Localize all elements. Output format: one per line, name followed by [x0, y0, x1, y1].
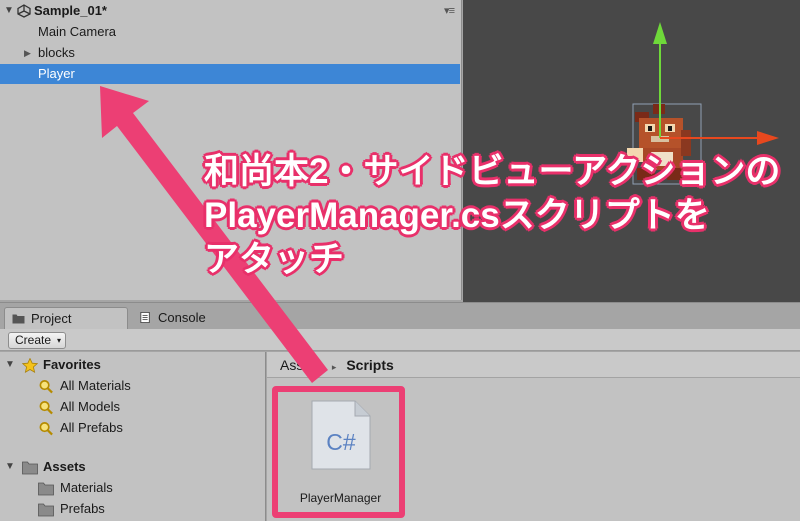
create-button-label: Create [15, 333, 52, 347]
unity-icon [17, 4, 31, 18]
scene-name: Sample_01* [34, 3, 107, 18]
y-axis-arrowhead [653, 22, 667, 44]
breadcrumb: Assets ▸ Scripts [267, 352, 800, 378]
collapse-arrow-icon[interactable]: ▼ [5, 457, 15, 477]
tab-console[interactable]: Console [132, 307, 242, 330]
project-toolbar: Create ▾ [0, 329, 800, 351]
hierarchy-item-player[interactable]: Player [0, 64, 460, 84]
collapse-arrow-icon[interactable]: ▼ [5, 355, 15, 375]
tab-label: Console [158, 310, 206, 325]
hierarchy-item-label: Main Camera [38, 24, 117, 39]
hierarchy-item-label: Player [38, 66, 75, 81]
tree-label: All Models [60, 399, 120, 414]
asset-browser: Assets ▸ Scripts C# PlayerManager [267, 352, 800, 521]
breadcrumb-separator-icon: ▸ [331, 362, 337, 372]
hierarchy-item-blocks[interactable]: ▶ blocks [0, 43, 460, 63]
tree-item-prefabs[interactable]: Prefabs [0, 499, 266, 519]
hierarchy-menu-icon[interactable]: ▾≡ [444, 1, 455, 21]
scene-view[interactable] [463, 0, 800, 302]
project-tree: ▼ Favorites All Materials All Models All… [0, 352, 266, 521]
folder-icon [38, 482, 54, 496]
create-button[interactable]: Create ▾ [8, 332, 67, 349]
hierarchy-item-label: blocks [38, 45, 75, 60]
expand-arrow-icon[interactable]: ▶ [24, 43, 31, 63]
tree-label: Materials [60, 480, 113, 495]
tree-item-assets[interactable]: ▼ Assets [0, 457, 266, 477]
tab-label: Project [31, 311, 72, 326]
tree-label: Favorites [43, 357, 101, 372]
tree-item-all-models[interactable]: All Models [0, 397, 266, 417]
magnifier-icon [39, 422, 53, 436]
breadcrumb-root[interactable]: Assets [280, 357, 322, 373]
magnifier-icon [39, 401, 53, 415]
console-icon [140, 312, 150, 323]
folder-icon [22, 461, 38, 475]
csharp-file-icon[interactable]: C# [311, 400, 371, 470]
asset-label: PlayerManager [299, 491, 382, 505]
breadcrumb-current[interactable]: Scripts [346, 357, 393, 373]
star-icon [22, 358, 38, 373]
csharp-icon-text: C# [326, 429, 356, 455]
tree-label: All Prefabs [60, 420, 123, 435]
folder-icon [12, 314, 25, 324]
tree-item-all-materials[interactable]: All Materials [0, 376, 266, 396]
folder-icon [38, 503, 54, 517]
magnifier-icon [39, 380, 53, 394]
tree-item-all-prefabs[interactable]: All Prefabs [0, 418, 266, 438]
dropdown-caret-icon: ▾ [57, 336, 62, 345]
tab-project[interactable]: Project [4, 307, 128, 330]
tree-item-materials[interactable]: Materials [0, 478, 266, 498]
tree-label: Assets [43, 459, 86, 474]
tree-label: All Materials [60, 378, 131, 393]
x-axis-arrowhead [757, 131, 779, 145]
collapse-arrow-icon[interactable]: ▼ [4, 1, 14, 21]
tabs-bar: Project Console [0, 302, 800, 330]
tree-label: Prefabs [60, 501, 105, 516]
scene-canvas [627, 22, 779, 185]
tree-item-favorites[interactable]: ▼ Favorites [0, 355, 266, 375]
scene-header[interactable]: ▼ Sample_01* ▾≡ [0, 1, 460, 21]
hierarchy-panel: ▼ Sample_01* ▾≡ Main Camera ▶ blocks Pla… [0, 0, 462, 300]
hierarchy-item-main-camera[interactable]: Main Camera [0, 22, 460, 42]
